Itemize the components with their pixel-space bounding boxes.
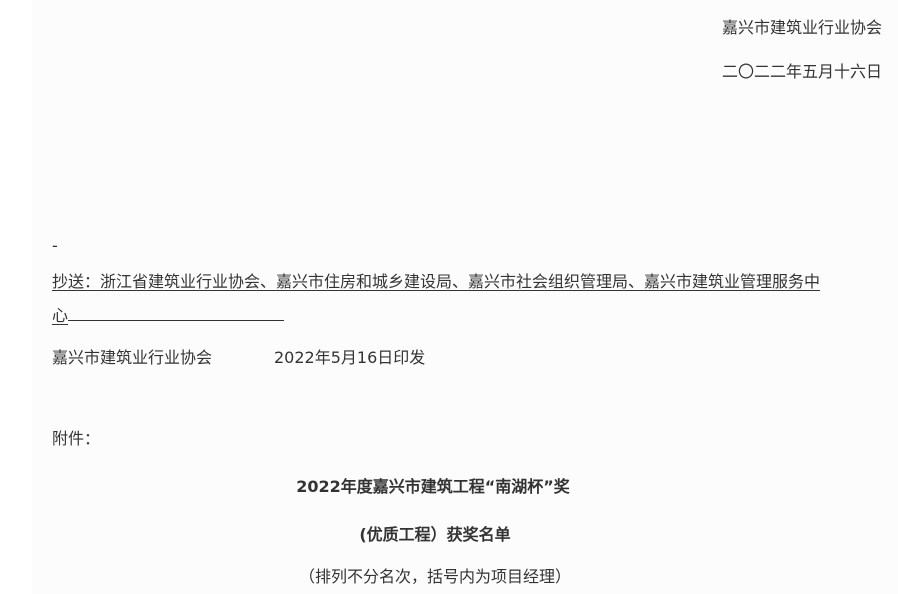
signature-date: 二〇二二年五月十六日 — [721, 62, 882, 81]
attachment-label: 附件： — [52, 429, 101, 448]
list-title-line2: (优质工程）获奖名单 — [359, 525, 511, 544]
separator-dash: - — [52, 236, 58, 255]
cc-recipients-line1: 抄送：浙江省建筑业行业协会、嘉兴市住房和城乡建设局、嘉兴市社会组织管理局、嘉兴市… — [52, 272, 821, 291]
document-page: 嘉兴市建筑业行业协会 二〇二二年五月十六日 - 抄送：浙江省建筑业行业协会、嘉兴… — [32, 0, 898, 594]
cc-recipients-line2: 心 — [52, 304, 285, 326]
cc-recipients-line2-text: 心 — [52, 306, 69, 325]
signature-organization: 嘉兴市建筑业行业协会 — [721, 18, 882, 37]
issuer-organization: 嘉兴市建筑业行业协会 — [52, 348, 213, 367]
list-title-line1: 2022年度嘉兴市建筑工程“南湖杯”奖 — [296, 477, 570, 496]
cc-blank-underline — [68, 304, 285, 321]
issue-date: 2022年5月16日印发 — [274, 348, 426, 367]
list-subtitle: （排列不分名次，括号内为项目经理） — [298, 567, 571, 586]
